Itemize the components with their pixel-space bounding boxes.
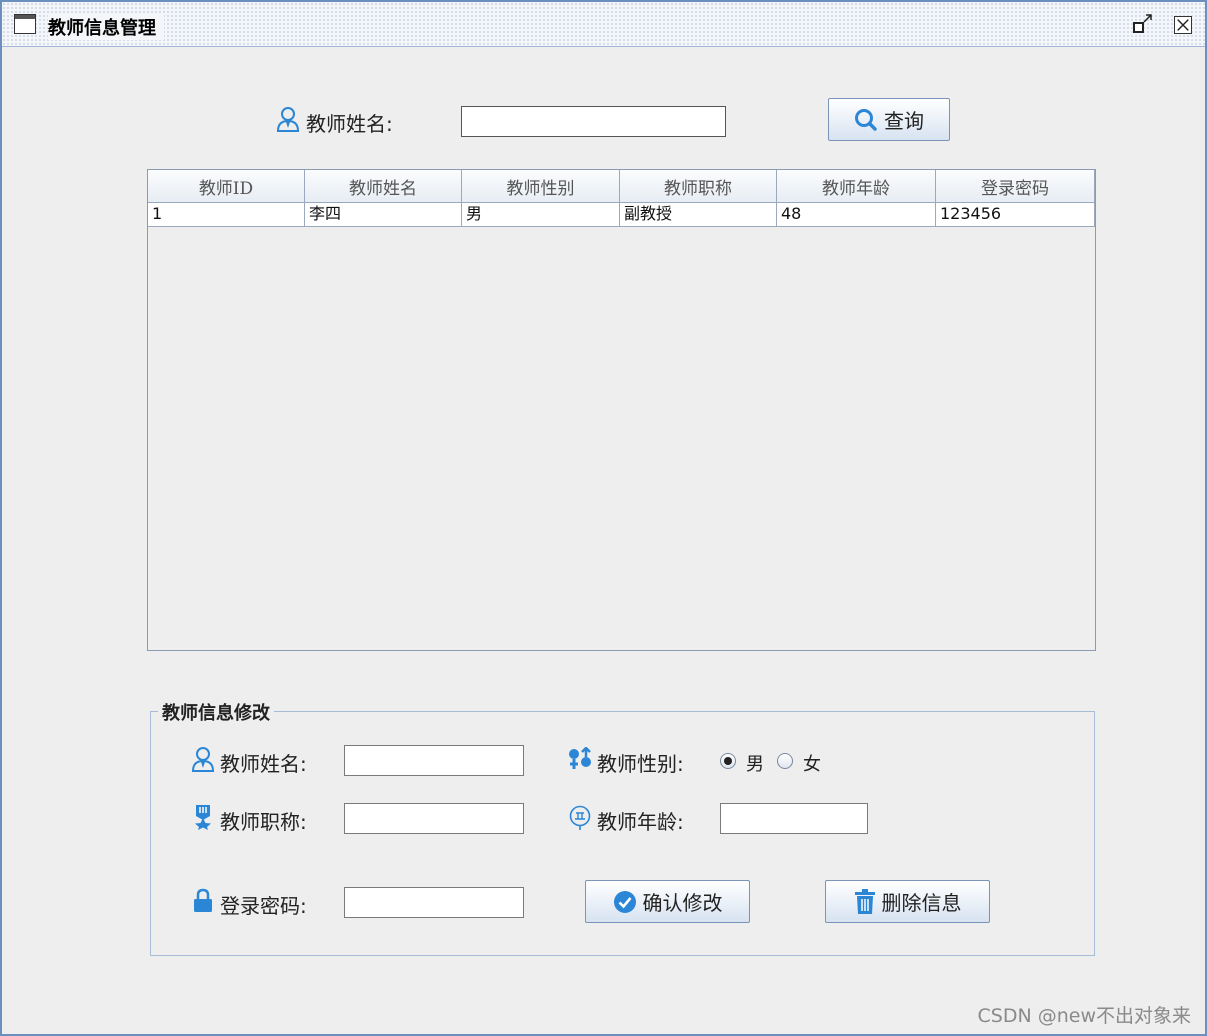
edit-name-label: 教师姓名: bbox=[220, 752, 307, 776]
delete-info-button[interactable]: 删除信息 bbox=[825, 880, 990, 923]
teacher-table[interactable]: 教师ID 教师姓名 教师性别 教师职称 教师年龄 登录密码 1 李四 男 副教授… bbox=[147, 169, 1096, 651]
confirm-edit-button[interactable]: 确认修改 bbox=[585, 880, 750, 923]
column-header-gender[interactable]: 教师性别 bbox=[462, 170, 620, 203]
gender-female-label[interactable]: 女 bbox=[803, 750, 821, 776]
teacher-icon bbox=[191, 747, 215, 772]
table-cell: 李四 bbox=[305, 203, 462, 227]
edit-password-label: 登录密码: bbox=[220, 894, 307, 918]
close-icon[interactable] bbox=[1174, 16, 1192, 34]
search-button-label: 查询 bbox=[884, 109, 924, 133]
lock-icon bbox=[194, 888, 212, 912]
main-window: 教师信息管理 教师姓名: 查询 教师ID 教师姓名 教师性别 教师职称 教师年龄… bbox=[0, 0, 1207, 1036]
edit-title-input[interactable] bbox=[344, 803, 524, 834]
gender-male-label[interactable]: 男 bbox=[746, 750, 764, 776]
column-header-password[interactable]: 登录密码 bbox=[936, 170, 1095, 203]
delete-info-label: 删除信息 bbox=[881, 891, 962, 915]
column-header-id[interactable]: 教师ID bbox=[148, 170, 305, 203]
search-icon bbox=[855, 108, 877, 131]
table-row[interactable]: 1 李四 男 副教授 48 123456 bbox=[148, 203, 1095, 227]
teacher-icon bbox=[276, 107, 300, 132]
check-circle-icon bbox=[613, 890, 636, 913]
search-name-input[interactable] bbox=[461, 106, 726, 137]
search-name-label: 教师姓名: bbox=[306, 112, 393, 136]
window-title: 教师信息管理 bbox=[48, 14, 164, 40]
edit-title-label: 教师职称: bbox=[220, 810, 307, 834]
edit-gender-label: 教师性别: bbox=[597, 752, 684, 776]
edit-password-input[interactable] bbox=[344, 887, 524, 918]
column-header-age[interactable]: 教师年龄 bbox=[777, 170, 936, 203]
gender-female-radio[interactable] bbox=[777, 753, 793, 769]
table-header: 教师ID 教师姓名 教师性别 教师职称 教师年龄 登录密码 bbox=[148, 170, 1095, 203]
gender-male-radio[interactable] bbox=[720, 753, 736, 769]
watermark: CSDN @new不出对象来 bbox=[977, 1005, 1191, 1027]
table-cell: 副教授 bbox=[620, 203, 777, 227]
confirm-edit-label: 确认修改 bbox=[642, 891, 723, 915]
trash-icon bbox=[854, 888, 875, 914]
gender-icon bbox=[569, 747, 591, 769]
search-button[interactable]: 查询 bbox=[828, 98, 950, 141]
edit-name-input[interactable] bbox=[344, 745, 524, 776]
edit-group-title: 教师信息修改 bbox=[158, 699, 274, 725]
table-cell: 男 bbox=[462, 203, 620, 227]
edit-age-label: 教师年龄: bbox=[597, 810, 684, 834]
award-icon bbox=[195, 805, 211, 830]
table-cell: 1 bbox=[148, 203, 305, 227]
title-bar[interactable]: 教师信息管理 bbox=[2, 2, 1205, 47]
table-cell: 123456 bbox=[936, 203, 1095, 227]
window-icon bbox=[14, 14, 36, 34]
column-header-title[interactable]: 教师职称 bbox=[620, 170, 777, 203]
edit-age-input[interactable] bbox=[720, 803, 868, 834]
column-header-name[interactable]: 教师姓名 bbox=[305, 170, 462, 203]
table-cell: 48 bbox=[777, 203, 936, 227]
restore-icon[interactable] bbox=[1132, 14, 1156, 36]
age-icon bbox=[569, 805, 591, 830]
